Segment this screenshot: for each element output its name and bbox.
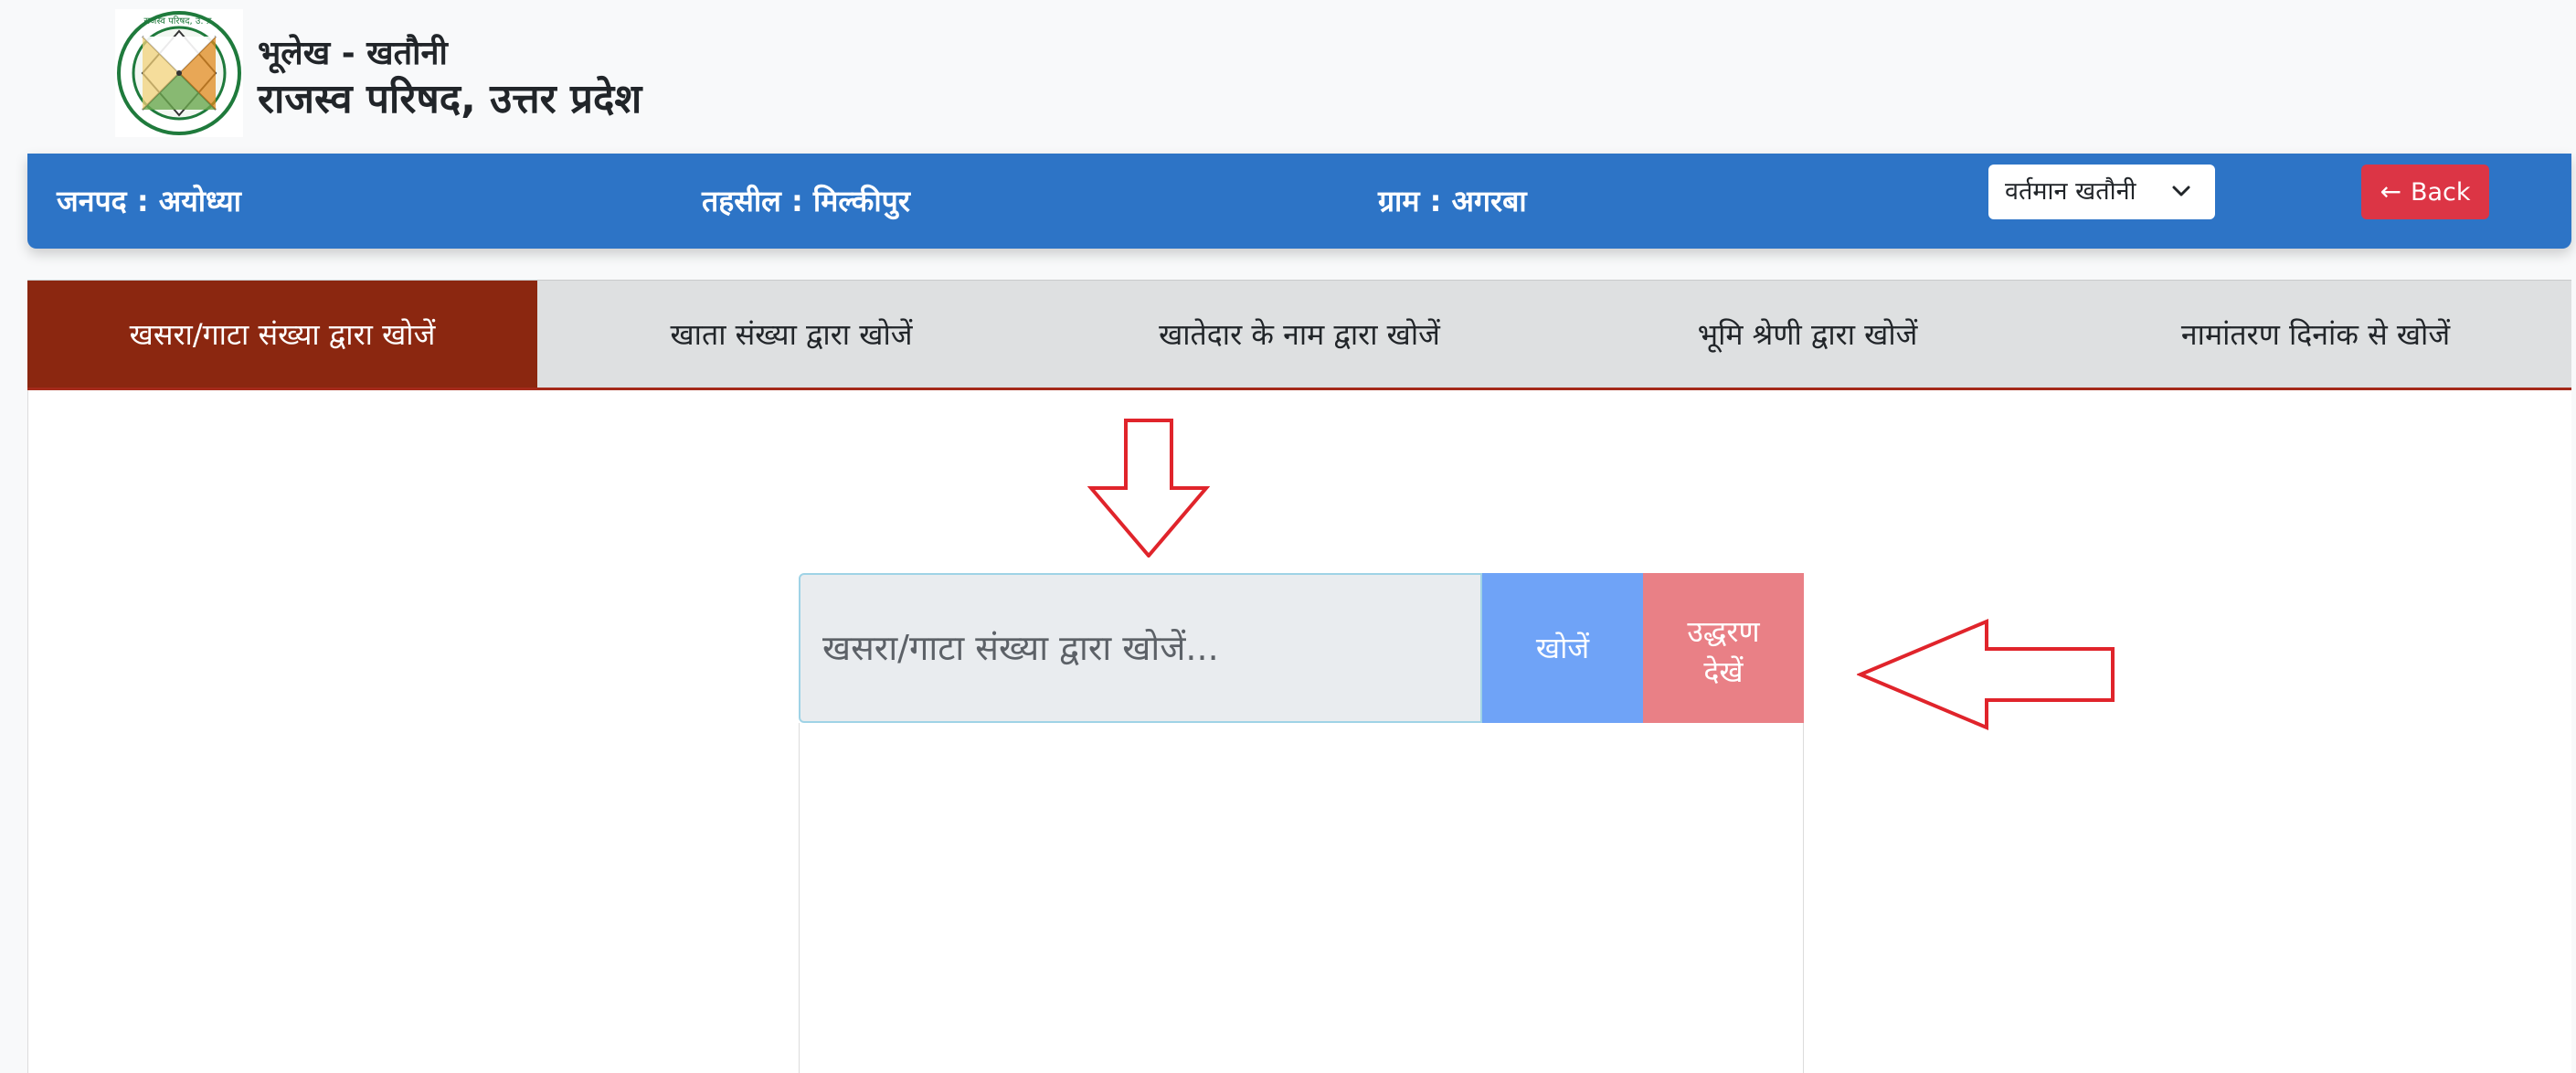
khasra-search-input[interactable] xyxy=(799,573,1482,723)
search-button[interactable]: खोजें xyxy=(1482,573,1643,723)
arrow-left-icon: ← xyxy=(2380,176,2401,207)
tab-land-category-search[interactable]: भूमि श्रेणी द्वारा खोजें xyxy=(1553,281,2062,388)
emblem-icon: राजस्व परिषद, उ. प्र. xyxy=(117,11,241,135)
village-label: ग्राम : अगरबा xyxy=(1378,184,1527,218)
rajasv-parishad-logo: राजस्व परिषद, उ. प्र. xyxy=(115,9,243,137)
district-label: जनपद : अयोध्या xyxy=(57,184,241,218)
extract-label-line2: देखें xyxy=(1703,654,1744,689)
annotation-arrow-left-icon xyxy=(1857,618,2115,731)
tab-mutation-date-search[interactable]: नामांतरण दिनांक से खोजें xyxy=(2062,281,2570,388)
back-button[interactable]: ← Back xyxy=(2361,165,2489,219)
view-extract-button[interactable]: उद्धरण देखें xyxy=(1643,573,1804,723)
tehsil-label: तहसील : मिल्कीपुर xyxy=(702,184,910,218)
khatauni-type-select[interactable]: वर्तमान खतौनी xyxy=(1988,165,2215,219)
logo-text: राजस्व परिषद, उ. प्र. xyxy=(143,16,214,27)
brand-subtitle: भूलेख - खतौनी xyxy=(258,35,448,72)
chevron-down-icon xyxy=(2172,186,2190,197)
tab-khata-search[interactable]: खाता संख्या द्वारा खोजें xyxy=(537,281,1045,388)
site-header: राजस्व परिषद, उ. प्र. भूलेख - खतौनी राजस… xyxy=(0,0,2576,154)
back-button-label: Back xyxy=(2410,178,2471,207)
extract-label-line1: उद्धरण xyxy=(1687,614,1760,649)
tab-khasra-search[interactable]: खसरा/गाटा संख्या द्वारा खोजें xyxy=(27,281,537,388)
search-tabs: खसरा/गाटा संख्या द्वारा खोजें खाता संख्य… xyxy=(27,280,2571,388)
annotation-arrow-down-icon xyxy=(1087,419,1210,558)
khatauni-select-value: वर्तमान खतौनी xyxy=(2005,177,2136,206)
brand-title: राजस्व परिषद, उत्तर प्रदेश xyxy=(258,76,642,122)
tab-owner-name-search[interactable]: खातेदार के नाम द्वारा खोजें xyxy=(1045,281,1553,388)
location-info-bar: जनपद : अयोध्या तहसील : मिल्कीपुर ग्राम :… xyxy=(27,154,2571,249)
search-results-area xyxy=(799,723,1804,1073)
